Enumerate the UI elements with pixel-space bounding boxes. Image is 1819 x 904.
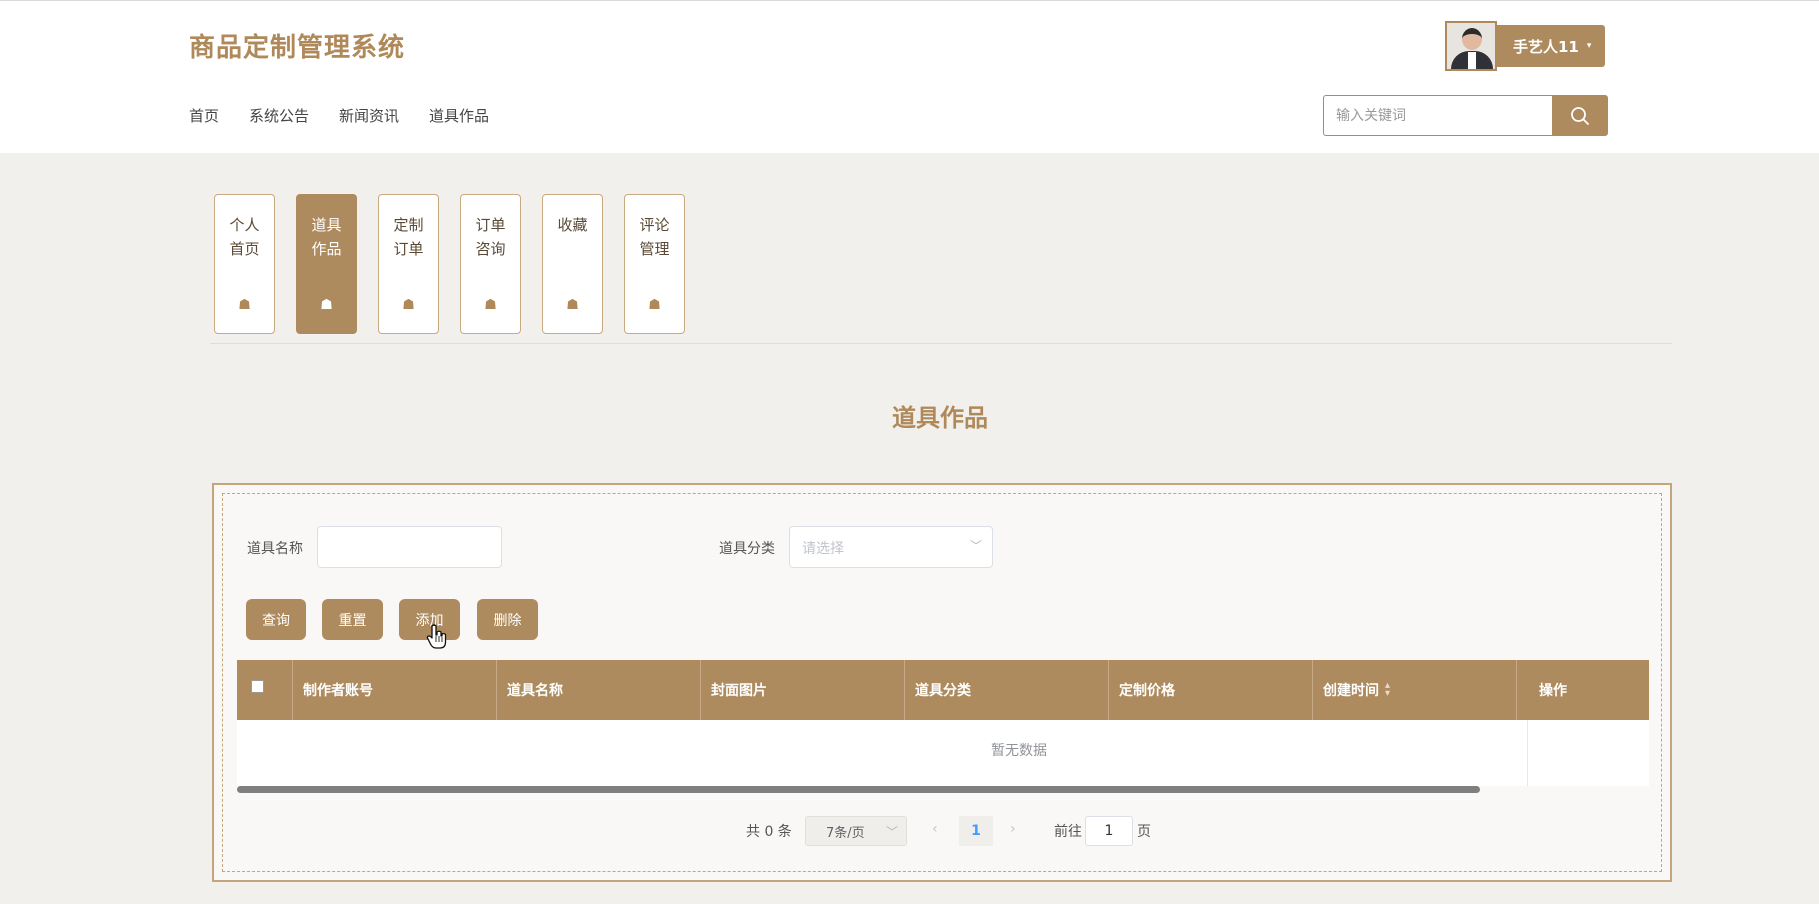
user-menu[interactable]: 手艺人11 ▾ (1445, 21, 1606, 71)
nav-announcements[interactable]: 系统公告 (249, 105, 309, 126)
horizontal-scrollbar[interactable] (237, 786, 1480, 793)
nav-props[interactable]: 道具作品 (429, 105, 489, 126)
tab-favorites[interactable]: 收藏 ☗ (542, 194, 603, 334)
main-nav: 首页 系统公告 新闻资讯 道具作品 (189, 105, 519, 126)
home-icon: ☗ (566, 297, 579, 313)
delete-button[interactable]: 删除 (477, 599, 538, 640)
col-cover-image[interactable]: 封面图片 (701, 660, 905, 720)
home-icon: ☗ (402, 297, 415, 313)
col-prop-name[interactable]: 道具名称 (497, 660, 701, 720)
tab-order-inquiry[interactable]: 订单咨询 ☗ (460, 194, 521, 334)
page-unit: 页 (1137, 824, 1151, 840)
table-header: 制作者账号 道具名称 封面图片 道具分类 定制价格 创建时间 ▴ ▾ 操作 (237, 660, 1649, 720)
tab-custom-orders[interactable]: 定制订单 ☗ (378, 194, 439, 334)
chevron-down-icon: ﹀ (885, 825, 898, 839)
header: 商品定制管理系统 首页 系统公告 新闻资讯 道具作品 手艺人11 ▾ (0, 0, 1819, 153)
goto-label: 前往 (1054, 824, 1082, 840)
col-maker-account[interactable]: 制作者账号 (293, 660, 497, 720)
tab-personal-home[interactable]: 个人首页 ☗ (214, 194, 275, 334)
nav-home[interactable]: 首页 (189, 105, 219, 126)
next-page-button[interactable]: › (1010, 821, 1016, 837)
user-dropdown-button[interactable]: 手艺人11 ▾ (1497, 25, 1606, 67)
page-size-value: 7条/页 (826, 825, 865, 841)
chevron-down-icon: ▾ (1586, 41, 1592, 51)
user-name: 手艺人11 (1513, 37, 1579, 56)
prop-category-label: 道具分类 (719, 541, 775, 557)
col-created-time[interactable]: 创建时间 ▴ ▾ (1313, 660, 1517, 720)
tab-comment-management[interactable]: 评论管理 ☗ (624, 194, 685, 334)
empty-state-text: 暂无数据 (991, 743, 1047, 759)
search-button[interactable] (1552, 95, 1608, 136)
prop-name-input[interactable] (317, 526, 502, 568)
query-button[interactable]: 查询 (246, 599, 306, 640)
page-title: 道具作品 (892, 404, 988, 432)
select-placeholder: 请选择 (802, 541, 844, 557)
sort-icon[interactable]: ▴ ▾ (1385, 681, 1390, 699)
prop-name-label: 道具名称 (247, 541, 303, 557)
select-all-checkbox[interactable] (251, 679, 264, 693)
site-title: 商品定制管理系统 (189, 33, 406, 63)
reset-button[interactable]: 重置 (322, 599, 383, 640)
home-icon: ☗ (238, 297, 251, 313)
col-created-time-label: 创建时间 (1323, 683, 1379, 699)
col-custom-price[interactable]: 定制价格 (1109, 660, 1313, 720)
nav-news[interactable]: 新闻资讯 (339, 105, 399, 126)
props-panel: 道具名称 道具分类 请选择 ﹀ 查询 重置 添加 删除 制作者账号 道具名称 封… (212, 483, 1672, 882)
tab-props[interactable]: 道具作品 ☗ (296, 194, 357, 334)
home-icon: ☗ (648, 297, 661, 313)
col-actions: 操作 (1539, 683, 1567, 699)
chevron-down-icon: ﹀ (969, 539, 982, 553)
divider (210, 343, 1672, 344)
avatar[interactable] (1445, 21, 1497, 71)
page-size-select[interactable]: 7条/页 ﹀ (805, 816, 907, 846)
search-icon (1571, 106, 1589, 125)
total-count: 共 0 条 (746, 824, 792, 840)
col-prop-category[interactable]: 道具分类 (905, 660, 1109, 720)
page-number-current[interactable]: 1 (959, 816, 993, 846)
goto-page-input[interactable]: 1 (1085, 816, 1133, 846)
hand-cursor-icon (426, 624, 447, 649)
prev-page-button[interactable]: ‹ (932, 821, 938, 837)
select-all-cell (237, 660, 293, 720)
search-bar (1323, 95, 1608, 136)
search-input[interactable] (1323, 95, 1552, 136)
user-center-tabs: 个人首页 ☗ 道具作品 ☗ 定制订单 ☗ 订单咨询 ☗ 收藏 ☗ 评论管理 ☗ (214, 194, 685, 334)
prop-category-select[interactable]: 请选择 ﹀ (789, 526, 993, 568)
home-icon: ☗ (320, 297, 333, 313)
home-icon: ☗ (484, 297, 497, 313)
